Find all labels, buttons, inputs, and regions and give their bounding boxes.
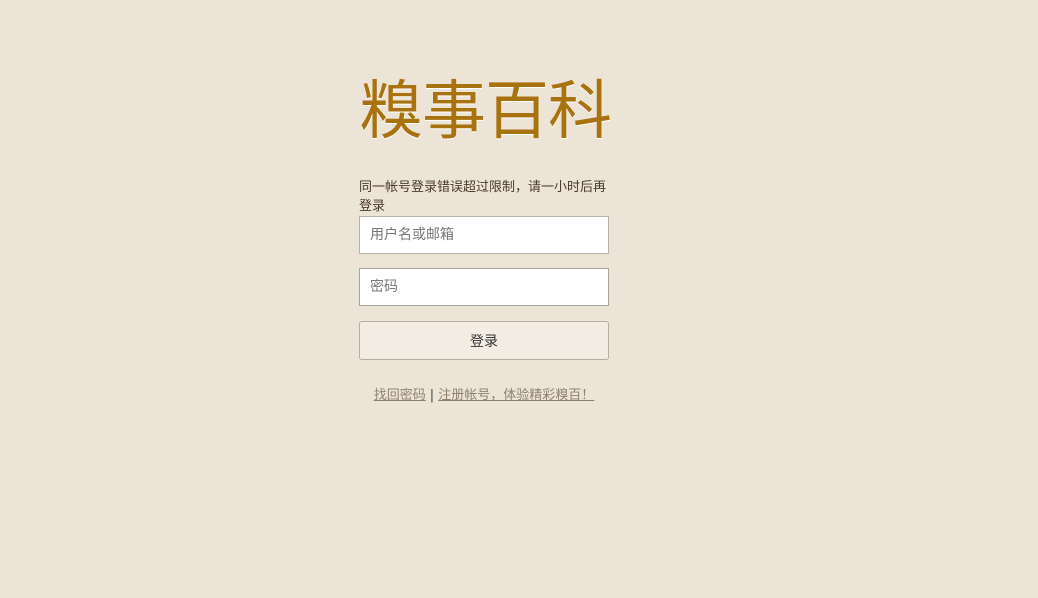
register-link[interactable]: 注册帐号，体验精彩糗百！ xyxy=(438,388,594,403)
password-input[interactable] xyxy=(359,268,609,306)
login-button[interactable]: 登录 xyxy=(359,321,609,360)
username-input[interactable] xyxy=(359,216,609,254)
forgot-password-link[interactable]: 找回密码 xyxy=(374,388,426,403)
footer-links: 找回密码 | 注册帐号，体验精彩糗百！ xyxy=(359,384,609,403)
site-logo[interactable]: 糗事百科 xyxy=(359,70,612,154)
link-separator: | xyxy=(429,388,435,403)
error-message: 同一帐号登录错误超过限制，请一小时后再登录 xyxy=(359,180,607,214)
login-panel: 糗事百科 同一帐号登录错误超过限制，请一小时后再登录 登录 找回密码|注册帐号，… xyxy=(359,70,612,403)
